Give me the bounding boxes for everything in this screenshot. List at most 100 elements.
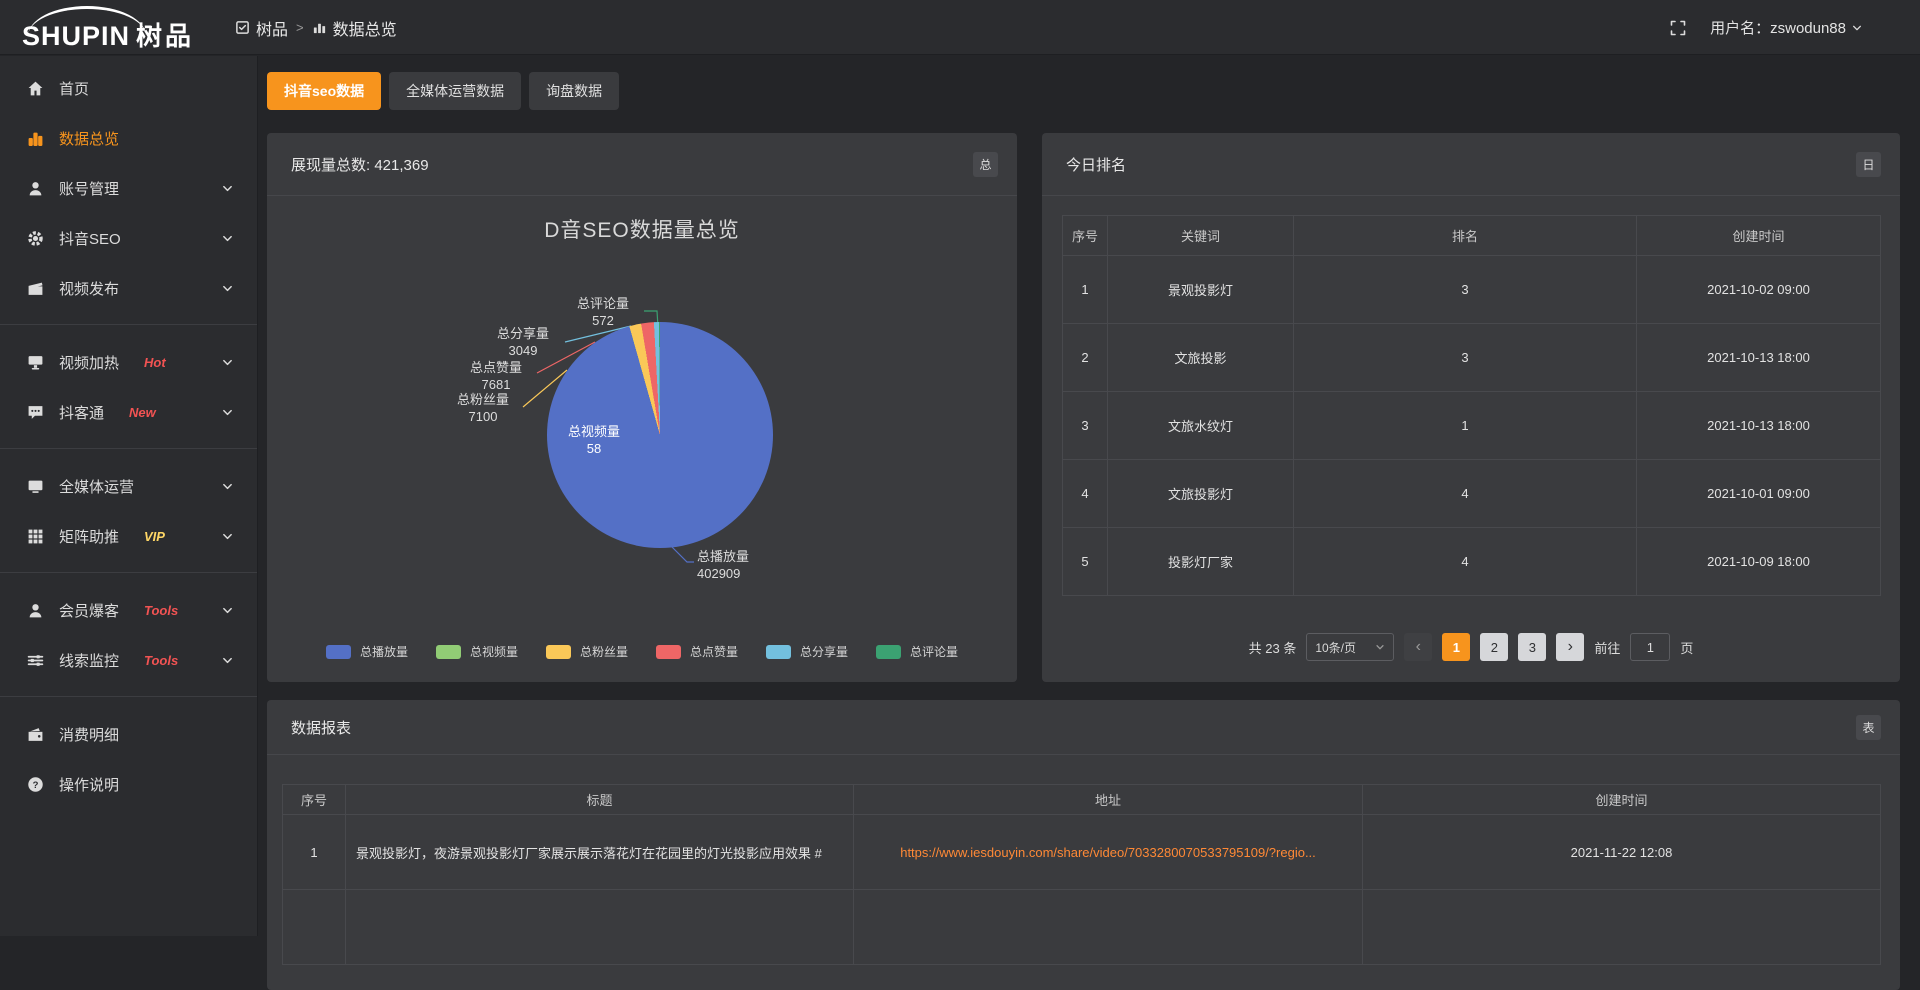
sidebar-item-member-burst[interactable]: 会员爆客 Tools <box>0 585 257 635</box>
table-row: 4文旅投影灯 42021-10-01 09:00 <box>1063 460 1881 528</box>
page-size-select[interactable]: 10条/页 <box>1306 633 1394 661</box>
page-button-1[interactable]: 1 <box>1442 633 1470 661</box>
chevron-down-icon <box>222 283 233 294</box>
chevron-down-icon <box>222 655 233 666</box>
table-row: 5投影灯厂家 42021-10-09 18:00 <box>1063 528 1881 596</box>
report-card-title: 数据报表 <box>291 717 351 738</box>
table-badge-button[interactable]: 表 <box>1856 715 1881 740</box>
legend-item-plays[interactable]: 总播放量 <box>326 643 408 660</box>
tools-badge: Tools <box>144 653 178 668</box>
report-card: 数据报表 表 序号 标题 地址 创建时间 1 景观投影灯，夜游景观投影灯厂家展示… <box>267 700 1900 990</box>
overview-card-title: 展现量总数: 421,369 <box>291 154 429 175</box>
goto-page-input[interactable] <box>1630 633 1670 661</box>
tools-badge: Tools <box>144 603 178 618</box>
sidebar-divider <box>0 572 257 573</box>
grid-icon <box>235 20 250 35</box>
pie-label-fans: 总粉丝量7100 <box>441 391 525 425</box>
sidebar-item-media-ops[interactable]: 全媒体运营 <box>0 461 257 511</box>
legend-swatch <box>326 645 351 659</box>
tab-media-ops-data[interactable]: 全媒体运营数据 <box>389 72 521 110</box>
sidebar-item-video-publish[interactable]: 视频发布 <box>0 263 257 313</box>
logo-secondary: 树品 <box>136 21 194 51</box>
chevron-down-icon <box>222 233 233 244</box>
user-menu[interactable]: 用户名：zswodun88 <box>1710 17 1862 38</box>
legend-item-shares[interactable]: 总分享量 <box>766 643 848 660</box>
chevron-down-icon <box>222 407 233 418</box>
app-logo: SHUPIN树品 <box>22 8 242 48</box>
table-row: 1景观投影灯 32021-10-02 09:00 <box>1063 256 1881 324</box>
chevron-down-icon <box>222 183 233 194</box>
table-row: 2文旅投影 32021-10-13 18:00 <box>1063 324 1881 392</box>
chevron-down-icon <box>222 481 233 492</box>
legend-swatch <box>436 645 461 659</box>
hot-badge: Hot <box>144 355 166 370</box>
legend-item-comments[interactable]: 总评论量 <box>876 643 958 660</box>
sidebar-item-douyin-seo[interactable]: 抖音SEO <box>0 213 257 263</box>
sidebar-item-doukotong[interactable]: 抖客通 New <box>0 387 257 437</box>
table-header-row: 序号 关键词 排名 创建时间 <box>1063 216 1881 256</box>
ranking-card: 今日排名 日 序号 关键词 排名 创建时间 1景观投影灯 32021-10-02… <box>1042 133 1900 682</box>
new-badge: New <box>129 405 156 420</box>
chevron-down-icon <box>1375 642 1385 652</box>
ranking-table: 序号 关键词 排名 创建时间 1景观投影灯 32021-10-02 09:00 … <box>1062 215 1881 596</box>
report-table: 序号 标题 地址 创建时间 1 景观投影灯，夜游景观投影灯厂家展示展示落花灯在花… <box>282 784 1881 965</box>
report-link[interactable]: https://www.iesdouyin.com/share/video/70… <box>900 845 1316 860</box>
chevron-down-icon <box>222 531 233 542</box>
page-button-2[interactable]: 2 <box>1480 633 1508 661</box>
sidebar-item-video-heat[interactable]: 视频加热 Hot <box>0 337 257 387</box>
tab-inquiry-data[interactable]: 询盘数据 <box>529 72 619 110</box>
sidebar-item-leads-monitor[interactable]: 线索监控 Tools <box>0 635 257 685</box>
goto-unit: 页 <box>1680 638 1693 657</box>
tab-douyin-seo-data[interactable]: 抖音seo数据 <box>267 72 381 110</box>
question-circle-icon: ? <box>27 776 44 793</box>
fullscreen-icon[interactable] <box>1670 20 1686 36</box>
breadcrumb-root[interactable]: 树品 <box>235 16 288 40</box>
sidebar-item-expense-detail[interactable]: 消费明细 <box>0 709 257 759</box>
legend-swatch <box>656 645 681 659</box>
monitor-icon <box>27 478 44 495</box>
bar-chart-icon <box>27 130 44 147</box>
clapperboard-icon <box>27 280 44 297</box>
bar-chart-icon <box>312 20 327 35</box>
pie-label-videos: 总视频量58 <box>552 423 636 457</box>
chevron-down-icon <box>222 357 233 368</box>
total-badge-button[interactable]: 总 <box>973 152 998 177</box>
ranking-card-title: 今日排名 <box>1066 154 1126 175</box>
user-icon <box>27 180 44 197</box>
logo-primary: SHUPIN <box>22 21 130 51</box>
breadcrumb-current[interactable]: 数据总览 <box>312 16 397 40</box>
legend-item-likes[interactable]: 总点赞量 <box>656 643 738 660</box>
day-badge-button[interactable]: 日 <box>1856 152 1881 177</box>
prev-page-button[interactable]: ‹ <box>1404 633 1432 661</box>
home-icon <box>27 80 44 97</box>
sidebar-item-matrix-boost[interactable]: 矩阵助推 VIP <box>0 511 257 561</box>
chart-legend: 总播放量 总视频量 总粉丝量 总点赞量 总分享量 总评论量 <box>267 643 1017 660</box>
wallet-icon <box>27 726 44 743</box>
pie-label-comments: 总评论量572 <box>561 295 645 329</box>
legend-item-videos[interactable]: 总视频量 <box>436 643 518 660</box>
sidebar-item-account[interactable]: 账号管理 <box>0 163 257 213</box>
pagination-total: 共 23 条 <box>1249 638 1297 657</box>
overview-card: 展现量总数: 421,369 总 D音SEO数据量总览 总评论量572 总分享量… <box>267 133 1017 682</box>
chat-bubble-icon <box>27 404 44 421</box>
legend-swatch <box>766 645 791 659</box>
data-tabs: 抖音seo数据 全媒体运营数据 询盘数据 <box>267 72 619 110</box>
gear-icon <box>27 230 44 247</box>
page-button-3[interactable]: 3 <box>1518 633 1546 661</box>
grid-matrix-icon <box>27 528 44 545</box>
vip-badge: VIP <box>144 529 165 544</box>
sidebar: 首页 数据总览 账号管理 抖音SEO 视频发布 视频加热 Hot 抖客通 New… <box>0 56 258 936</box>
table-row: 1 景观投影灯，夜游景观投影灯厂家展示展示落花灯在花园里的灯光投影应用效果 # … <box>283 815 1881 890</box>
next-page-button[interactable]: › <box>1556 633 1584 661</box>
sidebar-item-home[interactable]: 首页 <box>0 63 257 113</box>
table-header-row: 序号 标题 地址 创建时间 <box>283 785 1881 815</box>
sidebar-divider <box>0 448 257 449</box>
sidebar-item-help[interactable]: ? 操作说明 <box>0 759 257 809</box>
goto-label: 前往 <box>1594 638 1620 657</box>
report-title-cell: 景观投影灯，夜游景观投影灯厂家展示展示落花灯在花园里的灯光投影应用效果 # <box>346 815 854 890</box>
username-label: 用户名：zswodun88 <box>1710 17 1846 38</box>
sidebar-item-data-overview[interactable]: 数据总览 <box>0 113 257 163</box>
chart-title: D音SEO数据量总览 <box>267 214 1017 244</box>
legend-item-fans[interactable]: 总粉丝量 <box>546 643 628 660</box>
chevron-down-icon <box>1852 23 1862 33</box>
